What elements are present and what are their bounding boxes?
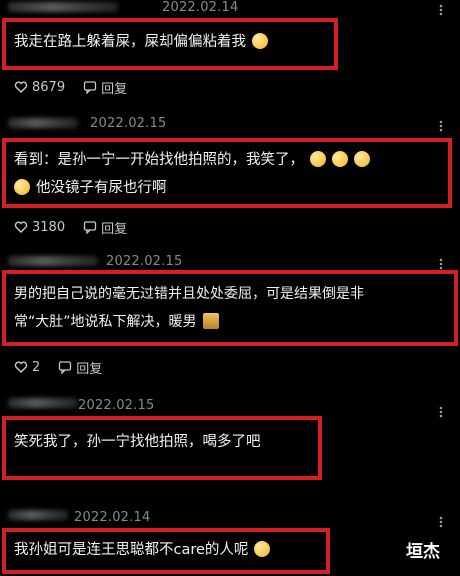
username-blurred <box>8 510 68 520</box>
comment-header: 2022.02.14 <box>0 0 460 16</box>
comment-date: 2022.02.14 <box>74 510 151 525</box>
highlighted-comment: 男的把自己说的毫无过错并且处处委屈，可是结果倒是非 常“大肚”地说私下解决，暖男 <box>2 270 458 346</box>
heart-icon <box>14 221 28 233</box>
comment-text-line: 看到：是孙一宁一开始找他拍照的，我笑了， <box>14 146 440 174</box>
more-options-icon[interactable] <box>434 2 448 16</box>
reply-icon <box>59 361 72 374</box>
reply-icon <box>83 221 97 234</box>
like-count: 2 <box>32 359 41 375</box>
comment-date: 2022.02.14 <box>162 0 239 15</box>
comment-text-line: 常“大肚”地说私下解决，暖男 <box>14 308 446 336</box>
more-options-icon[interactable] <box>434 118 448 132</box>
like-count: 8679 <box>32 79 66 95</box>
highlighted-comment: 看到：是孙一宁一开始找他拍照的，我笑了， 他没镜子有尿也行啊 <box>2 138 452 208</box>
comment-text: 我走在路上躲着屎，屎却偏偏粘着我 <box>14 34 246 50</box>
username-blurred <box>8 256 98 266</box>
grin-emoji-icon <box>14 179 30 195</box>
heart-icon <box>14 81 28 93</box>
comment-actions: 2 回复 <box>14 358 120 377</box>
reply-button[interactable]: 回复 <box>58 358 102 377</box>
comment-header: 2022.02.15 <box>0 394 460 418</box>
comment-text-line: 他没镜子有尿也行啊 <box>14 174 440 202</box>
grin-emoji-icon <box>310 151 326 167</box>
reply-label: 回复 <box>101 221 128 237</box>
reply-label: 回复 <box>76 361 103 377</box>
watermark-label: 垣杰 <box>406 542 440 562</box>
comment-date: 2022.02.15 <box>78 398 155 413</box>
more-options-icon[interactable] <box>434 404 448 418</box>
like-count: 3180 <box>32 219 66 235</box>
more-options-icon[interactable] <box>434 256 448 270</box>
grin-emoji-icon <box>252 33 268 49</box>
tea-emoji-icon <box>202 313 219 329</box>
highlighted-comment: 笑死我了，孙一宁找他拍照，喝多了吧 <box>2 416 322 480</box>
comment-date: 2022.02.15 <box>106 254 183 269</box>
like-button[interactable]: 2 <box>14 360 40 375</box>
like-button[interactable]: 3180 <box>14 220 65 235</box>
comment-text: 笑死我了，孙一宁找他拍照，喝多了吧 <box>14 434 261 450</box>
comment-actions: 3180 回复 <box>14 218 145 237</box>
comment-header: 2022.02.15 <box>0 252 460 270</box>
more-options-icon[interactable] <box>434 514 448 528</box>
thinking-emoji-icon <box>254 541 271 557</box>
like-button[interactable]: 8679 <box>14 80 65 95</box>
reply-icon <box>83 81 97 94</box>
username-blurred <box>8 2 118 12</box>
highlighted-comment: 我走在路上躲着屎，屎却偏偏粘着我 <box>2 18 338 70</box>
comment-date: 2022.02.15 <box>90 116 167 131</box>
grin-emoji-icon <box>354 151 370 167</box>
username-blurred <box>8 398 78 408</box>
comment-actions: 8679 回复 <box>14 78 145 97</box>
reply-button[interactable]: 回复 <box>83 218 127 237</box>
reply-button[interactable]: 回复 <box>83 78 127 97</box>
username-blurred <box>8 118 78 128</box>
comment-text-line: 男的把自己说的毫无过错并且处处委屈，可是结果倒是非 <box>14 286 364 302</box>
reply-label: 回复 <box>101 81 128 97</box>
comment-header: 2022.02.14 <box>0 508 460 528</box>
comment-text: 我孙姐可是连王思聪都不care的人呢 <box>14 542 249 558</box>
heart-icon <box>14 361 28 373</box>
grin-emoji-icon <box>332 151 348 167</box>
highlighted-comment: 我孙姐可是连王思聪都不care的人呢 <box>2 528 330 574</box>
comment-header: 2022.02.15 <box>0 114 460 132</box>
